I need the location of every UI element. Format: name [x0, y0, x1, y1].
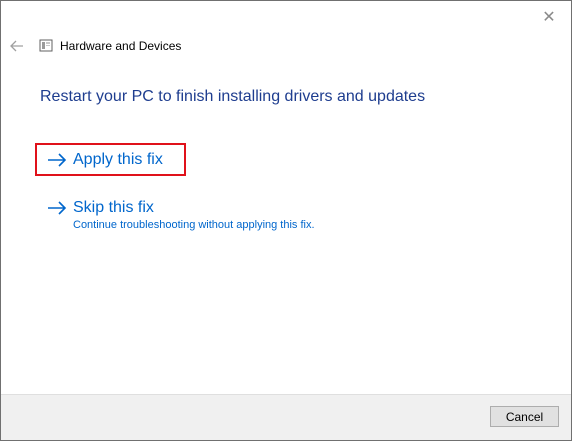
cancel-button[interactable]: Cancel	[490, 406, 559, 427]
apply-fix-label[interactable]: Apply this fix	[73, 151, 163, 169]
apply-fix-option[interactable]: Apply this fix	[47, 151, 163, 169]
back-button[interactable]	[9, 38, 25, 54]
navigation-bar: Hardware and Devices	[9, 38, 181, 54]
skip-fix-description: Continue troubleshooting without applyin…	[73, 219, 315, 231]
dialog-footer: Cancel	[1, 394, 571, 440]
troubleshooter-window: ✕ Hardware and Devices Restart your PC t…	[0, 0, 572, 441]
troubleshooter-icon	[38, 38, 54, 54]
skip-fix-label[interactable]: Skip this fix	[73, 199, 154, 217]
back-arrow-icon	[10, 40, 23, 52]
window-title: Hardware and Devices	[60, 39, 182, 53]
close-button[interactable]: ✕	[533, 5, 565, 29]
right-arrow-icon	[47, 153, 67, 167]
page-heading: Restart your PC to finish installing dri…	[40, 88, 426, 105]
close-icon: ✕	[542, 9, 556, 26]
skip-fix-option[interactable]: Skip this fix Continue troubleshooting w…	[47, 199, 315, 231]
right-arrow-icon	[47, 201, 67, 215]
